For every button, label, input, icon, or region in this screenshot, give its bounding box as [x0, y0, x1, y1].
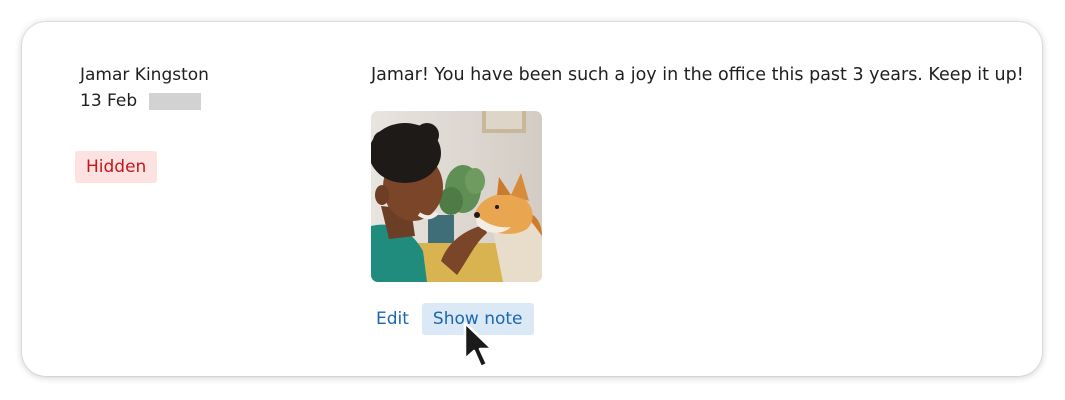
note-photo[interactable]: [371, 111, 542, 282]
redacted-field: [149, 92, 202, 110]
edit-button[interactable]: Edit: [367, 303, 418, 335]
show-note-button[interactable]: Show note: [421, 303, 534, 335]
note-message: Jamar! You have been such a joy in the o…: [371, 65, 1024, 85]
author-name: Jamar Kingston: [80, 65, 209, 85]
note-date: 13 Feb: [80, 91, 138, 111]
date-row: 13 Feb: [80, 88, 209, 114]
note-meta: Jamar Kingston 13 Feb: [80, 62, 209, 114]
photo-illustration: [371, 111, 542, 282]
status-badge: Hidden: [75, 151, 158, 183]
note-actions: Edit Show note: [367, 303, 534, 335]
note-card: Jamar Kingston 13 Feb Hidden Jamar! You …: [22, 22, 1042, 376]
